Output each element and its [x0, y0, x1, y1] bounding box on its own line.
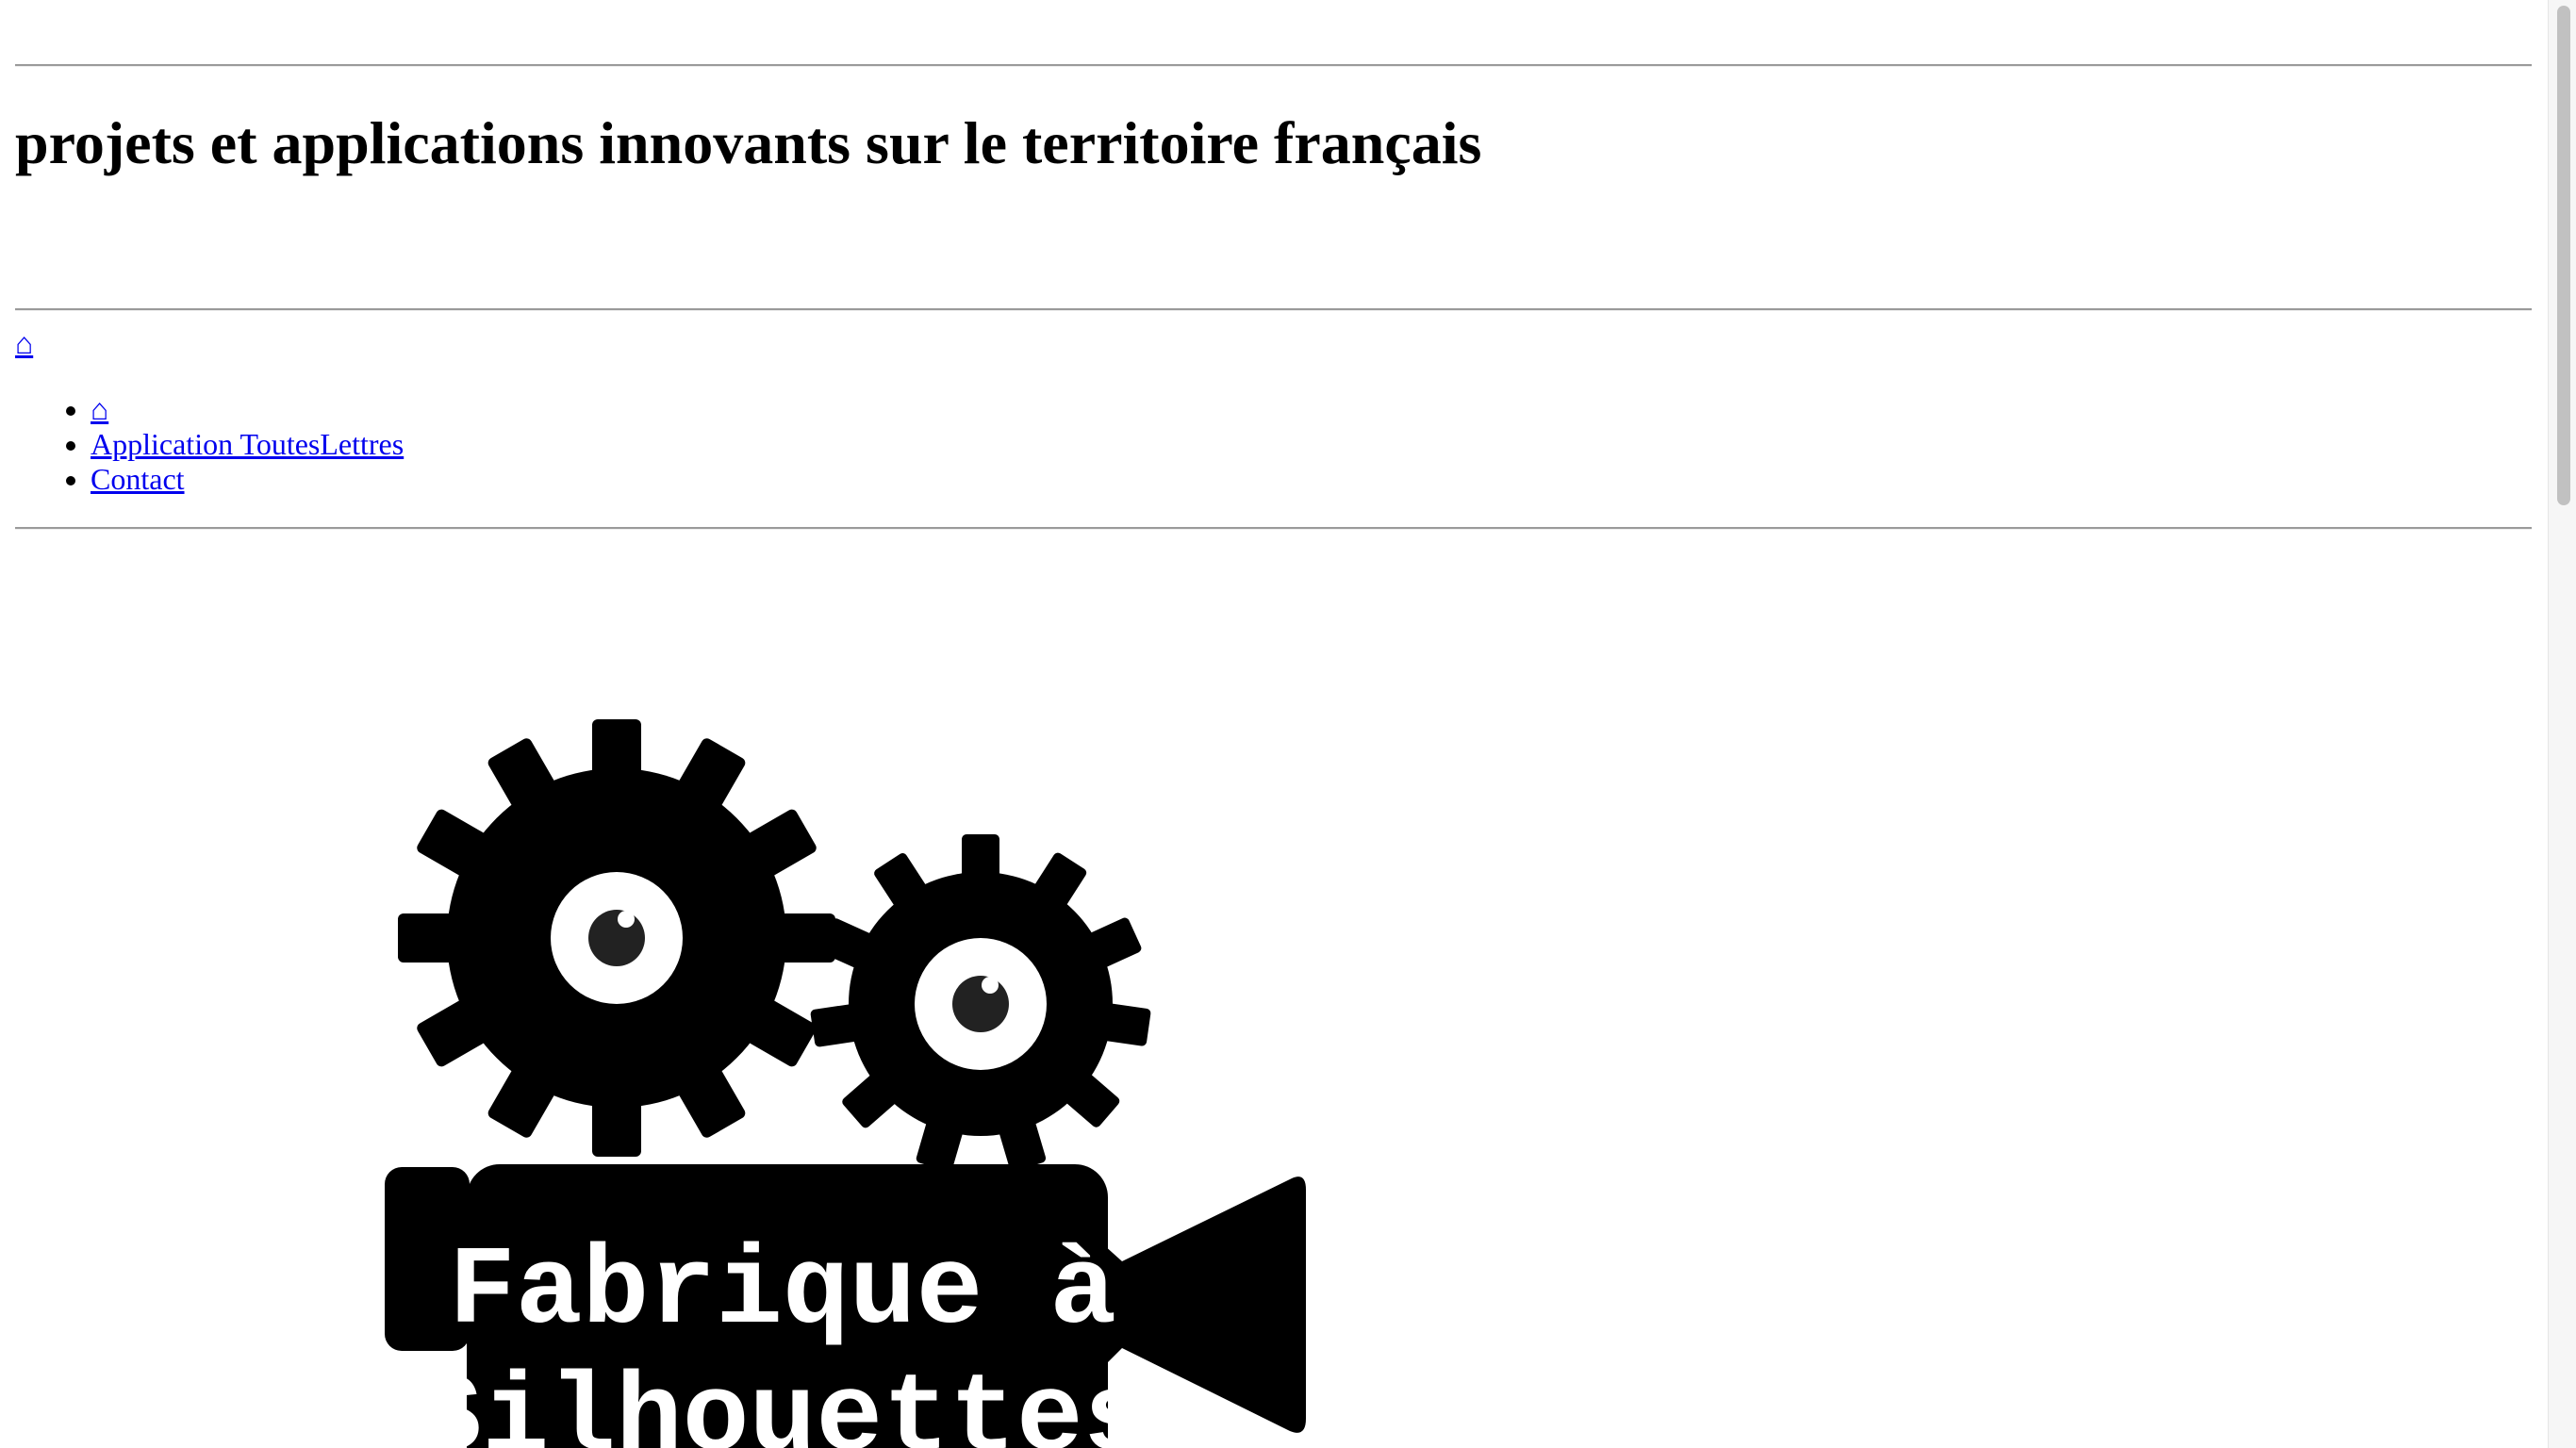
nav-link-contact[interactable]: Contact: [91, 462, 185, 496]
scrollbar-thumb[interactable]: [2557, 6, 2570, 505]
divider-middle: [15, 308, 2532, 311]
page: projets et applications innovants sur le…: [0, 0, 2548, 1448]
nav-item-toutes-lettres: Application ToutesLettres: [91, 427, 404, 462]
logo-text-line2: Silhouettes: [416, 1358, 1150, 1448]
site-tagline: projets et applications innovants sur le…: [15, 109, 1482, 176]
divider-top: [15, 64, 2532, 67]
vertical-scrollbar[interactable]: [2548, 0, 2576, 1448]
right-eye-icon: [915, 938, 1047, 1070]
nav-item-contact: Contact: [91, 462, 404, 497]
left-eye-icon: [551, 872, 683, 1004]
nav-link-home[interactable]: ⌂: [91, 392, 108, 426]
logo-text-line1: Fabrique à: [449, 1230, 1116, 1356]
divider-bottom: [15, 527, 2532, 530]
nav-item-home: ⌂: [91, 392, 404, 427]
nav-link-toutes-lettres[interactable]: Application ToutesLettres: [91, 427, 404, 461]
fabrique-logo: Fabrique à Silhouettes: [385, 719, 1306, 1448]
home-icon: ⌂: [15, 326, 34, 360]
main-nav: ⌂ Application ToutesLettres Contact: [15, 392, 404, 497]
home-link[interactable]: ⌂: [15, 324, 33, 362]
